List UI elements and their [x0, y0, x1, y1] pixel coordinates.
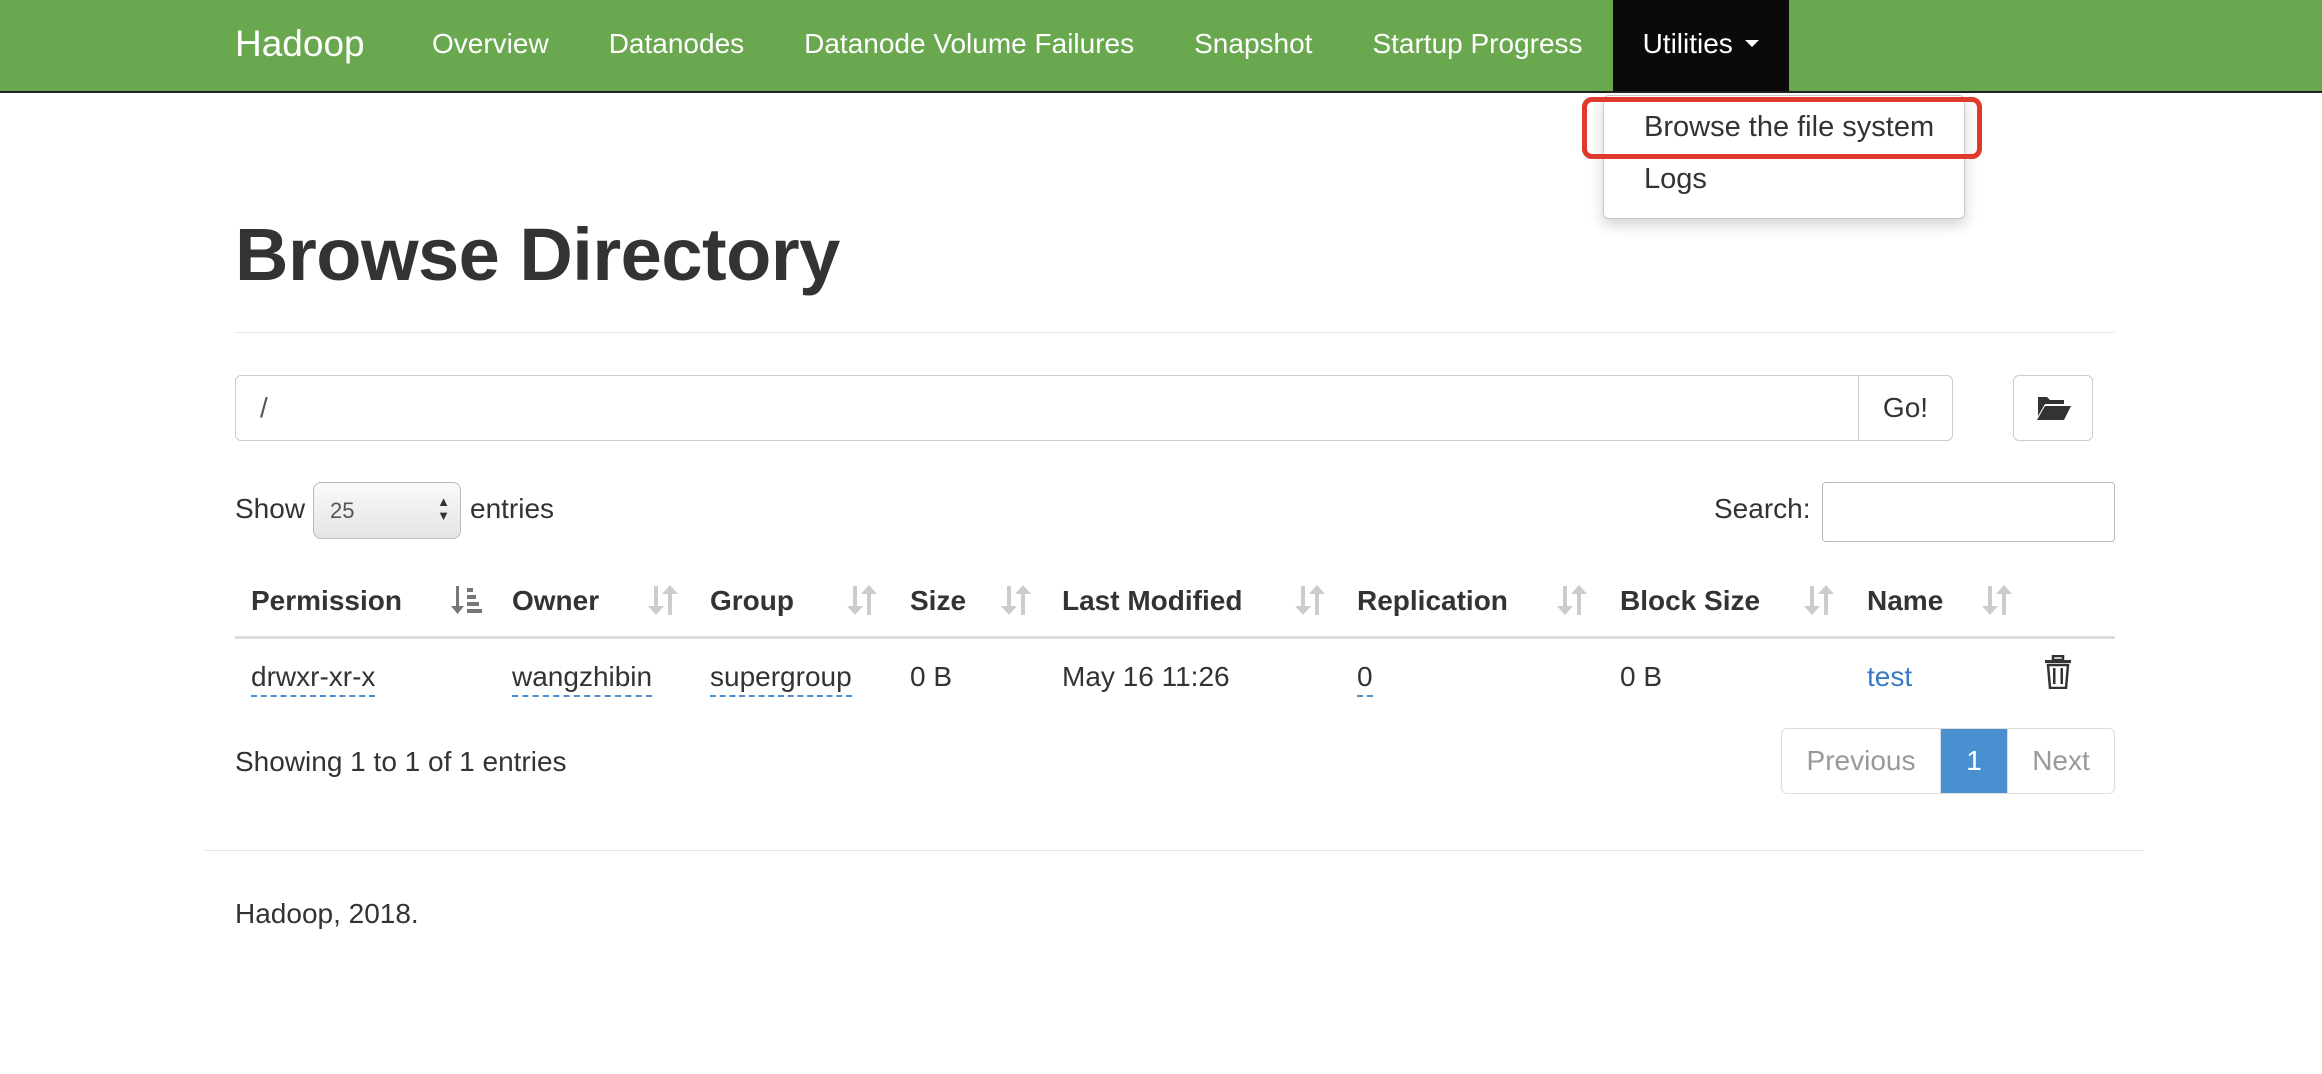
- cell-block-size: 0 B: [1620, 661, 1663, 692]
- footer-divider: [204, 850, 2144, 851]
- page-title: Browse Directory: [235, 213, 840, 296]
- create-directory-button[interactable]: [2013, 375, 2093, 441]
- brand-link[interactable]: Hadoop: [235, 0, 365, 91]
- table-header-divider: [235, 636, 2115, 639]
- menu-item-logs[interactable]: Logs: [1644, 163, 1707, 196]
- column-header-block-size[interactable]: Block Size: [1620, 585, 1760, 617]
- nav-utilities-dropdown[interactable]: Utilities: [1612, 0, 1789, 91]
- top-navbar: Hadoop Overview Datanodes Datanode Volum…: [0, 0, 2322, 93]
- sort-both-icon[interactable]: [1000, 584, 1032, 616]
- nav-overview[interactable]: Overview: [402, 0, 579, 91]
- cell-size: 0 B: [910, 661, 953, 692]
- cell-last-modified: May 16 11:26: [1062, 661, 1230, 692]
- utilities-dropdown-menu: Browse the file system Logs: [1603, 95, 1965, 219]
- nav-datanode-volume-failures[interactable]: Datanode Volume Failures: [774, 0, 1164, 91]
- menu-item-browse-file-system[interactable]: Browse the file system: [1644, 111, 1934, 144]
- table-info-text: Showing 1 to 1 of 1 entries: [235, 746, 567, 777]
- cell-group[interactable]: supergroup: [710, 661, 852, 697]
- search-label: Search:: [1714, 493, 1811, 524]
- cell-replication[interactable]: 0: [1357, 661, 1373, 697]
- pagination-previous-button[interactable]: Previous: [1782, 729, 1941, 793]
- footer-text: Hadoop, 2018.: [235, 898, 419, 929]
- sort-both-icon[interactable]: [846, 584, 878, 616]
- column-header-last-modified[interactable]: Last Modified: [1062, 585, 1242, 617]
- directory-path-input[interactable]: [235, 375, 1859, 441]
- column-header-permission[interactable]: Permission: [251, 585, 402, 617]
- entries-select-value: 25: [330, 498, 355, 523]
- search-input[interactable]: [1822, 482, 2115, 542]
- pagination-next-button[interactable]: Next: [2007, 729, 2114, 793]
- entries-per-page-select[interactable]: 25 ▲ ▼: [313, 482, 461, 539]
- sort-both-icon[interactable]: [1981, 584, 2013, 616]
- trash-icon[interactable]: [2044, 655, 2072, 689]
- folder-open-icon: [2037, 397, 2071, 420]
- sort-both-icon[interactable]: [1803, 584, 1835, 616]
- pagination: Previous 1 Next: [1781, 728, 2115, 794]
- column-header-owner[interactable]: Owner: [512, 585, 599, 617]
- nav-startup-progress[interactable]: Startup Progress: [1342, 0, 1612, 91]
- sort-both-icon[interactable]: [647, 584, 679, 616]
- column-header-size[interactable]: Size: [910, 585, 966, 617]
- column-header-replication[interactable]: Replication: [1357, 585, 1508, 617]
- cell-permission[interactable]: drwxr-xr-x: [251, 661, 376, 697]
- caret-down-icon: [1744, 40, 1759, 48]
- show-label: Show: [235, 493, 306, 524]
- pagination-page-1[interactable]: 1: [1941, 729, 2007, 793]
- column-header-name[interactable]: Name: [1867, 585, 1943, 617]
- title-divider: [235, 332, 2115, 333]
- go-button[interactable]: Go!: [1858, 375, 1953, 441]
- sort-both-icon[interactable]: [1294, 584, 1326, 616]
- column-header-group[interactable]: Group: [710, 585, 794, 617]
- sort-both-icon[interactable]: [1556, 584, 1588, 616]
- nav-datanodes[interactable]: Datanodes: [579, 0, 774, 91]
- select-arrows-icon: ▲ ▼: [437, 494, 450, 523]
- nav-menu: Overview Datanodes Datanode Volume Failu…: [402, 0, 1789, 91]
- entries-label: entries: [470, 493, 555, 524]
- cell-name-link[interactable]: test: [1867, 661, 1912, 693]
- cell-owner[interactable]: wangzhibin: [512, 661, 653, 697]
- nav-snapshot[interactable]: Snapshot: [1164, 0, 1342, 91]
- sort-ascending-icon[interactable]: [450, 584, 482, 616]
- nav-utilities-label: Utilities: [1642, 28, 1733, 59]
